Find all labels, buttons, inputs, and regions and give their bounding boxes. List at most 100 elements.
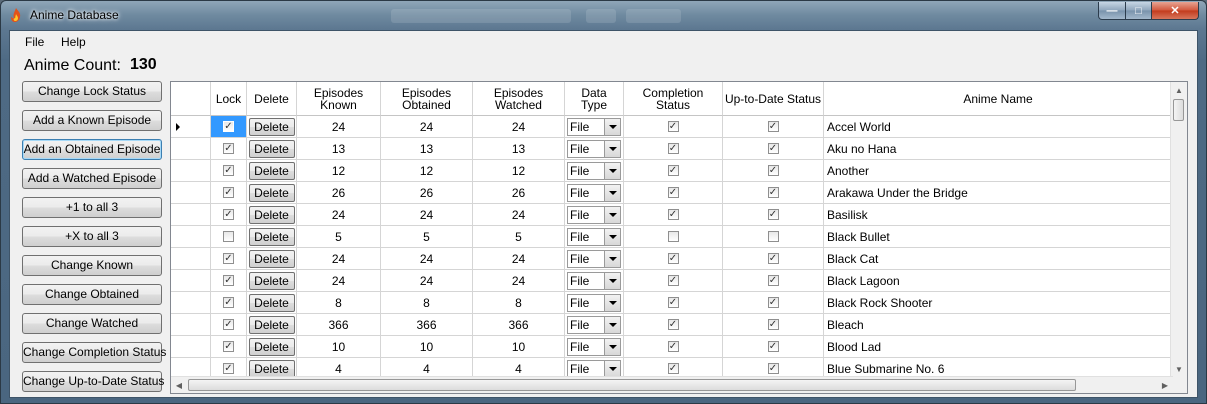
chevron-down-icon[interactable]	[604, 184, 620, 201]
checkbox[interactable]: ✓	[667, 363, 679, 374]
episodes-known-cell[interactable]: 13	[297, 138, 381, 160]
completion-status-cell[interactable]: ✓	[624, 292, 723, 314]
menu-help[interactable]: Help	[61, 35, 86, 49]
scroll-left-arrow-icon[interactable]: ◀	[171, 377, 187, 393]
up-to-date-status-cell[interactable]: ✓	[723, 292, 824, 314]
delete-cell[interactable]: Delete	[247, 138, 297, 160]
checkbox[interactable]: ✓	[223, 187, 234, 198]
anime-name-cell[interactable]: Accel World	[824, 116, 1173, 138]
chevron-down-icon[interactable]	[604, 162, 620, 179]
scroll-up-arrow-icon[interactable]: ▲	[1171, 82, 1187, 98]
minimize-button[interactable]: —	[1098, 2, 1126, 20]
row-header[interactable]	[171, 336, 211, 358]
checkbox[interactable]: ✓	[767, 165, 779, 176]
row-header[interactable]	[171, 292, 211, 314]
lock-checkbox-cell[interactable]: ✓	[211, 314, 247, 336]
lock-checkbox-cell[interactable]: ✓	[211, 116, 247, 138]
episodes-obtained-cell[interactable]: 24	[381, 248, 473, 270]
checkbox[interactable]: ✓	[223, 341, 234, 352]
chevron-down-icon[interactable]	[604, 228, 620, 245]
episodes-known-cell[interactable]: 12	[297, 160, 381, 182]
lock-checkbox-cell[interactable]: ✓	[211, 292, 247, 314]
episodes-obtained-cell[interactable]: 5	[381, 226, 473, 248]
anime-name-cell[interactable]: Bleach	[824, 314, 1173, 336]
close-button[interactable]: ✕	[1151, 2, 1199, 20]
horizontal-scrollbar[interactable]: ◀ ▶	[171, 376, 1173, 393]
data-type-dropdown[interactable]: File	[567, 359, 621, 378]
data-type-cell[interactable]: File	[565, 292, 624, 314]
table-row[interactable]: Delete 5 5 5 File Black Bullet	[171, 226, 1173, 248]
episodes-watched-cell[interactable]: 10	[473, 336, 565, 358]
delete-cell[interactable]: Delete	[247, 160, 297, 182]
column-header-lock[interactable]: Lock	[211, 82, 247, 116]
menu-file[interactable]: File	[25, 35, 44, 49]
completion-status-cell[interactable]: ✓	[624, 160, 723, 182]
checkbox[interactable]: ✓	[667, 187, 679, 198]
up-to-date-status-cell[interactable]: ✓	[723, 248, 824, 270]
delete-cell[interactable]: Delete	[247, 226, 297, 248]
episodes-watched-cell[interactable]: 5	[473, 226, 565, 248]
checkbox[interactable]: ✓	[667, 319, 679, 330]
delete-button[interactable]: Delete	[248, 293, 295, 312]
data-type-cell[interactable]: File	[565, 270, 624, 292]
up-to-date-status-cell[interactable]: ✓	[723, 336, 824, 358]
episodes-obtained-cell[interactable]: 24	[381, 204, 473, 226]
row-header[interactable]	[171, 314, 211, 336]
episodes-watched-cell[interactable]: 366	[473, 314, 565, 336]
lock-checkbox-cell[interactable]: ✓	[211, 182, 247, 204]
episodes-obtained-cell[interactable]: 24	[381, 270, 473, 292]
up-to-date-status-cell[interactable]: ✓	[723, 182, 824, 204]
table-row[interactable]: ✓ Delete 366 366 366 File ✓ ✓ Bleach	[171, 314, 1173, 336]
delete-button[interactable]: Delete	[248, 315, 295, 334]
anime-name-cell[interactable]: Blood Lad	[824, 336, 1173, 358]
row-header[interactable]	[171, 248, 211, 270]
change-known-button[interactable]: Change Known	[22, 255, 162, 276]
checkbox[interactable]: ✓	[223, 165, 234, 176]
episodes-obtained-cell[interactable]: 12	[381, 160, 473, 182]
episodes-watched-cell[interactable]: 12	[473, 160, 565, 182]
lock-checkbox-cell[interactable]	[211, 226, 247, 248]
column-header-episodes-watched[interactable]: Episodes Watched	[473, 82, 565, 116]
column-header-anime-name[interactable]: Anime Name	[824, 82, 1173, 116]
checkbox[interactable]: ✓	[767, 187, 779, 198]
episodes-obtained-cell[interactable]: 10	[381, 336, 473, 358]
episodes-known-cell[interactable]: 366	[297, 314, 381, 336]
table-row[interactable]: ✓ Delete 10 10 10 File ✓ ✓ Blood Lad	[171, 336, 1173, 358]
data-type-cell[interactable]: File	[565, 248, 624, 270]
chevron-down-icon[interactable]	[604, 316, 620, 333]
lock-checkbox-cell[interactable]: ✓	[211, 138, 247, 160]
delete-cell[interactable]: Delete	[247, 314, 297, 336]
episodes-watched-cell[interactable]: 24	[473, 204, 565, 226]
checkbox[interactable]: ✓	[223, 319, 234, 330]
chevron-down-icon[interactable]	[604, 338, 620, 355]
episodes-obtained-cell[interactable]: 366	[381, 314, 473, 336]
lock-checkbox-cell[interactable]: ✓	[211, 336, 247, 358]
delete-button[interactable]: Delete	[248, 337, 295, 356]
data-type-dropdown[interactable]: File	[567, 227, 621, 246]
anime-data-grid[interactable]: Lock Delete Episodes Known Episodes Obtaine…	[170, 81, 1188, 394]
episodes-watched-cell[interactable]: 8	[473, 292, 565, 314]
table-row[interactable]: ✓ Delete 24 24 24 File ✓ ✓ Basilisk	[171, 204, 1173, 226]
checkbox[interactable]: ✓	[667, 209, 679, 220]
checkbox[interactable]: ✓	[667, 297, 679, 308]
checkbox[interactable]	[667, 231, 679, 242]
episodes-obtained-cell[interactable]: 26	[381, 182, 473, 204]
add-watched-episode-button[interactable]: Add a Watched Episode	[22, 168, 162, 189]
episodes-watched-cell[interactable]: 13	[473, 138, 565, 160]
anime-name-cell[interactable]: Black Rock Shooter	[824, 292, 1173, 314]
anime-name-cell[interactable]: Black Cat	[824, 248, 1173, 270]
episodes-known-cell[interactable]: 10	[297, 336, 381, 358]
data-type-dropdown[interactable]: File	[567, 271, 621, 290]
chevron-down-icon[interactable]	[604, 360, 620, 377]
change-obtained-button[interactable]: Change Obtained	[22, 284, 162, 305]
up-to-date-status-cell[interactable]: ✓	[723, 116, 824, 138]
data-type-cell[interactable]: File	[565, 182, 624, 204]
episodes-watched-cell[interactable]: 26	[473, 182, 565, 204]
up-to-date-status-cell[interactable]: ✓	[723, 314, 824, 336]
vertical-scrollbar[interactable]: ▲ ▼	[1170, 82, 1187, 377]
delete-button[interactable]: Delete	[248, 227, 295, 246]
lock-checkbox-cell[interactable]: ✓	[211, 160, 247, 182]
change-lock-status-button[interactable]: Change Lock Status	[22, 81, 162, 102]
delete-button[interactable]: Delete	[248, 359, 295, 378]
episodes-watched-cell[interactable]: 24	[473, 116, 565, 138]
